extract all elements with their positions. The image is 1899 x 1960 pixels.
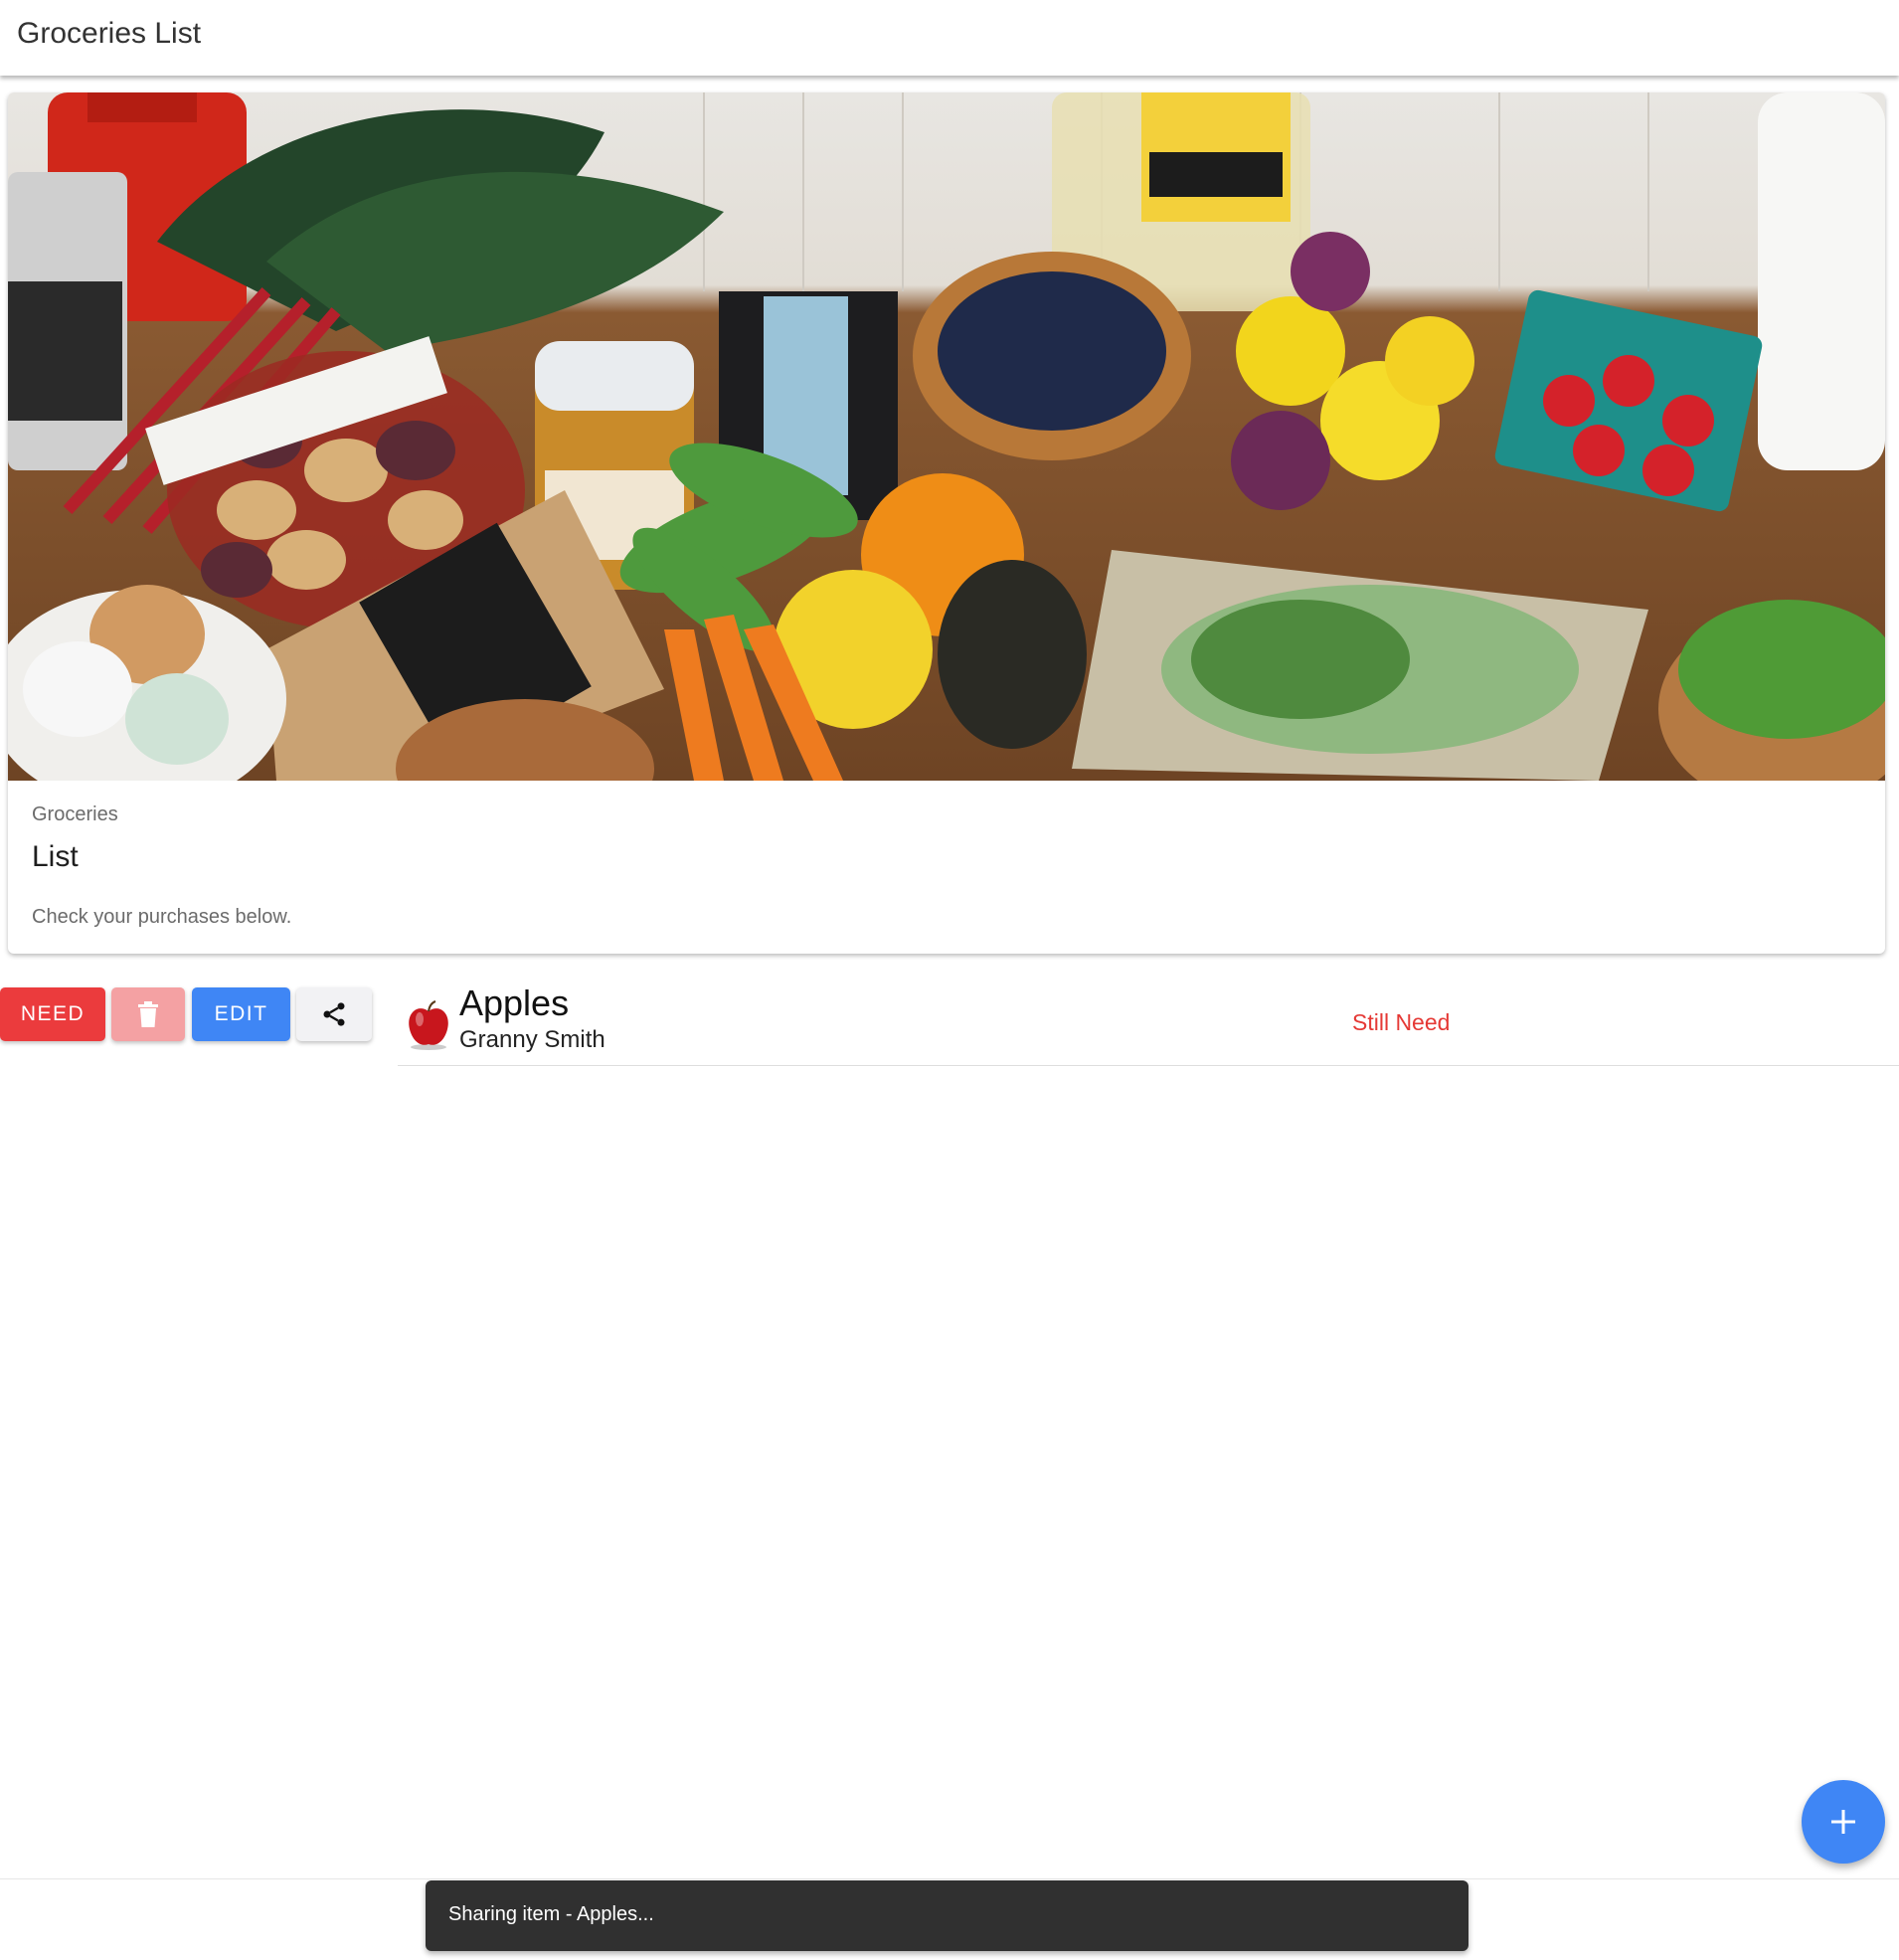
toolbar-title: Groceries List: [17, 17, 202, 50]
edit-button[interactable]: EDIT: [192, 987, 290, 1041]
apple-thumbnail-icon: [409, 1000, 448, 1050]
bottom-divider: [0, 1878, 1899, 1879]
item-variety: Granny Smith: [459, 1026, 605, 1053]
need-button[interactable]: NEED: [0, 987, 105, 1041]
card-title: List: [32, 840, 79, 873]
app-toolbar: Groceries List: [0, 0, 1899, 76]
plus-icon: [1831, 1810, 1855, 1834]
share-button[interactable]: [296, 987, 372, 1041]
snackbar-message: Sharing item - Apples...: [448, 1903, 654, 1925]
add-item-button[interactable]: [1802, 1780, 1885, 1864]
card-description: Check your purchases below.: [32, 906, 292, 928]
groceries-card: Groceries List Check your purchases belo…: [8, 92, 1885, 954]
snackbar: Sharing item - Apples...: [426, 1880, 1468, 1951]
share-icon: [323, 1002, 345, 1026]
card-subtitle: Groceries: [32, 803, 118, 825]
groceries-hero-image: [8, 92, 1885, 781]
trash-icon: [138, 1001, 158, 1027]
item-status: Still Need: [1352, 1009, 1451, 1035]
item-name: Apples: [459, 982, 570, 1023]
list-item[interactable]: Apples Granny Smith Still Need: [398, 975, 1899, 1066]
groceries-illustration: [8, 92, 1885, 781]
delete-button[interactable]: [111, 987, 185, 1041]
